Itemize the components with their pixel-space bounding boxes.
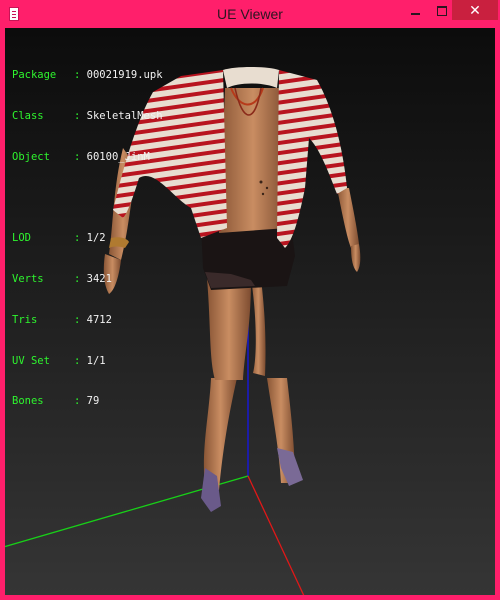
3d-viewport[interactable]: Package: 00021919.upk Class: SkeletalMes… xyxy=(5,28,495,595)
info-row-object: Object: 60100_JinM xyxy=(12,151,163,165)
info-key: Object xyxy=(12,150,50,163)
close-icon: ✕ xyxy=(469,2,481,18)
info-value-package: 00021919.upk xyxy=(86,69,163,82)
info-value-verts: 3421 xyxy=(86,273,112,286)
info-value-class: SkeletalMesh xyxy=(86,109,163,122)
app-window: UE Viewer ✕ Package: 00021919.upk Class… xyxy=(0,0,500,600)
info-value-bones: 79 xyxy=(86,395,100,408)
info-key: Class xyxy=(12,109,44,122)
maximize-button[interactable] xyxy=(428,0,455,20)
info-key: LOD xyxy=(12,232,31,245)
info-row-class: Class: SkeletalMesh xyxy=(12,110,163,124)
info-value-uvset: 1/1 xyxy=(86,354,106,367)
info-row-lod: LOD: 1/2 xyxy=(12,232,163,246)
info-sep: : xyxy=(74,395,81,408)
info-sep: : xyxy=(74,273,81,286)
info-sep: : xyxy=(74,232,81,245)
info-sep: : xyxy=(74,150,81,163)
info-value-tris: 4712 xyxy=(86,313,112,326)
info-value-object: 60100_JinM xyxy=(86,150,150,163)
info-sep: : xyxy=(74,313,81,326)
info-sep: : xyxy=(74,109,81,122)
info-value-lod: 1/2 xyxy=(86,232,106,245)
minimize-icon xyxy=(411,12,420,15)
maximize-icon xyxy=(436,5,447,16)
info-row-tris: Tris: 4712 xyxy=(12,314,163,328)
info-key: Tris xyxy=(12,313,38,326)
info-key: UV Set xyxy=(12,354,50,367)
info-row-uvset: UV Set: 1/1 xyxy=(12,355,163,369)
info-row-bones: Bones: 79 xyxy=(12,395,163,409)
info-key: Bones xyxy=(12,395,44,408)
x-axis xyxy=(247,475,305,595)
minimize-button[interactable] xyxy=(402,0,429,20)
info-row-verts: Verts: 3421 xyxy=(12,273,163,287)
mesh-info-overlay: Package: 00021919.upk Class: SkeletalMes… xyxy=(12,42,163,436)
info-sep: : xyxy=(74,69,81,82)
info-sep: : xyxy=(74,354,81,367)
info-key: Verts xyxy=(12,273,44,286)
info-key: Package xyxy=(12,69,57,82)
info-row-package: Package: 00021919.upk xyxy=(12,69,163,83)
close-button[interactable]: ✕ xyxy=(452,0,498,20)
title-bar[interactable]: UE Viewer ✕ xyxy=(0,0,500,28)
